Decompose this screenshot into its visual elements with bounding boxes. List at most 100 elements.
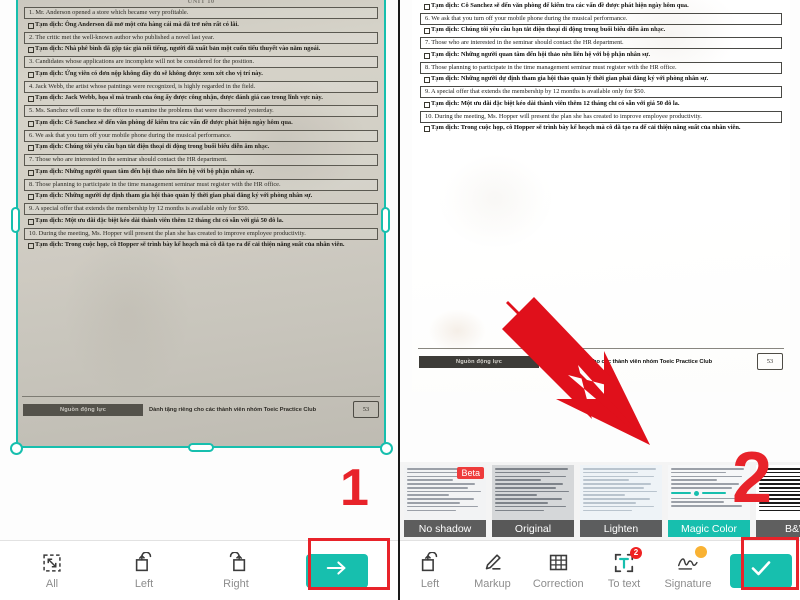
arrow-right-icon	[325, 559, 349, 582]
toolbar-button-all[interactable]: All	[30, 552, 74, 590]
to-text-icon: 2	[613, 546, 643, 574]
translation-text: Tạm dịch: Những người dự định tham gia h…	[424, 75, 782, 84]
question-row: 4. Jack Webb, the artist whose paintings…	[24, 80, 378, 93]
filter-thumb-no-shadow[interactable]: Beta No shadow	[404, 465, 486, 537]
footer-note: Dành tặng riêng cho các thành viên nhóm …	[149, 406, 317, 413]
footer-rule	[22, 396, 380, 397]
toolbar-label: Left	[134, 577, 154, 590]
translation-text: Tạm dịch: Một ưu đãi đặc biệt kéo dài th…	[28, 217, 378, 226]
question-text: 3. Candidates whose applications are inc…	[24, 56, 378, 69]
translation-text: Tạm dịch: Cô Sanchez sẽ đến văn phòng để…	[424, 2, 782, 11]
toolbar-label: Markup	[474, 577, 511, 590]
crop-handle-bottom-right[interactable]	[380, 442, 393, 455]
question-text: 8. Those planning to participate in the …	[24, 178, 378, 191]
question-row: 10. During the meeting, Ms. Hopper will …	[24, 227, 378, 240]
translation-text: Tạm dịch: Ứng viên có đơn nộp không đầy …	[28, 70, 378, 79]
question-row: 8. Those planning to participate in the …	[24, 178, 378, 191]
toolbar-label: Signature	[664, 577, 712, 590]
right-panel-filter-screen: 1. Mr. Anderson opened a store which bec…	[400, 0, 800, 600]
question-row: 8. Those planning to participate in the …	[420, 61, 782, 74]
filter-label: Original	[492, 520, 574, 537]
crop-handle-bottom-left[interactable]	[10, 442, 23, 455]
toolbar-button-rotate-right[interactable]: Right	[214, 552, 258, 590]
question-row: 3. Candidates whose applications are inc…	[24, 56, 378, 69]
footer-stamp: Nguồn động lực	[419, 355, 539, 368]
translation-text: Tạm dịch: Trong cuộc họp, cô Hopper sẽ t…	[28, 241, 378, 250]
crop-toolbar: All Left Right	[0, 540, 398, 600]
unit-heading: UNIT 10	[187, 0, 215, 5]
crop-handle-right[interactable]	[381, 207, 390, 233]
translation-text: Tạm dịch: Ông Anderson đã mở một cửa hàn…	[28, 21, 378, 30]
toolbar-button-to-text[interactable]: 2 To text	[602, 546, 646, 590]
question-text: 7. Those who are interested in the semin…	[420, 37, 782, 50]
grid-icon	[547, 552, 569, 574]
document-body: 1. Mr. Anderson opened a store which bec…	[412, 0, 790, 135]
toolbar-label: Correction	[532, 577, 584, 590]
confirm-button[interactable]	[729, 553, 792, 588]
toolbar-label: To text	[607, 577, 641, 590]
filter-thumb-lighten[interactable]: Lighten	[580, 465, 662, 537]
question-row: 6. We ask that you turn off your mobile …	[24, 129, 378, 142]
page-footer: Nguồn động lực Dành tặng riêng cho các t…	[412, 348, 790, 370]
question-text: 10. During the meeting, Ms. Hopper will …	[24, 227, 378, 240]
filter-thumb-original[interactable]: Original	[492, 465, 574, 537]
translation-text: Tạm dịch: Nhà phê bình đã gặp tác giả nổ…	[28, 45, 378, 54]
translation-text: Tạm dịch: Cô Sanchez sẽ đến văn phòng để…	[28, 119, 378, 128]
question-text: 6. We ask that you turn off your mobile …	[24, 129, 378, 142]
toolbar-button-markup[interactable]: Markup	[470, 552, 514, 590]
scanned-page-preview-magic-color[interactable]: 1. Mr. Anderson opened a store which bec…	[412, 0, 790, 392]
translation-text: Tạm dịch: Những người dự định tham gia h…	[28, 192, 378, 201]
rotate-left-icon	[133, 552, 155, 574]
question-text: 1. Mr. Anderson opened a store which bec…	[24, 7, 378, 20]
question-row: 6. We ask that you turn off your mobile …	[420, 12, 782, 25]
translation-text: Tạm dịch: Một ưu đãi đặc biệt kéo dài th…	[424, 100, 782, 109]
page-number: 53	[353, 401, 379, 418]
beta-badge: Beta	[457, 467, 484, 479]
question-text: 4. Jack Webb, the artist whose paintings…	[24, 80, 378, 93]
toolbar-button-rotate-left[interactable]: Left	[122, 552, 166, 590]
question-text: 5. Ms. Sanchez will come to the office t…	[24, 105, 378, 118]
rotate-right-icon	[225, 552, 247, 574]
document-body: 1. Mr. Anderson opened a store which bec…	[16, 7, 386, 252]
crop-handle-bottom[interactable]	[188, 443, 214, 452]
select-all-icon	[41, 552, 63, 574]
toolbar-button-correction[interactable]: Correction	[533, 552, 584, 590]
pencil-icon	[481, 552, 503, 574]
step-number-1: 1	[340, 459, 369, 517]
translation-text: Tạm dịch: Jack Webb, họa sĩ mà tranh của…	[28, 94, 378, 103]
filter-label: B&W	[756, 520, 800, 537]
footer-rule	[418, 348, 784, 349]
check-icon	[749, 558, 773, 583]
question-row: 7. Those who are interested in the semin…	[24, 154, 378, 167]
question-row: 2. The critic met the well-known author …	[24, 31, 378, 44]
left-panel-crop-screen: UNIT 10 1. Mr. Anderson opened a store w…	[0, 0, 400, 600]
translation-text: Tạm dịch: Trong cuộc họp, cô Hopper sẽ t…	[424, 124, 782, 133]
question-text: 9. A special offer that extends the memb…	[420, 86, 782, 99]
rotate-left-icon	[419, 552, 441, 574]
toolbar-button-rotate-left[interactable]: Left	[408, 552, 452, 590]
translation-text: Tạm dịch: Chúng tôi yêu cầu bạn tắt điện…	[28, 143, 378, 152]
question-row: 7. Those who are interested in the semin…	[420, 37, 782, 50]
scanned-page-preview[interactable]: UNIT 10 1. Mr. Anderson opened a store w…	[16, 0, 386, 448]
app-screen: UNIT 10 1. Mr. Anderson opened a store w…	[0, 0, 800, 600]
translation-text: Tạm dịch: Những người quan tâm đến hội t…	[424, 51, 782, 60]
question-text: 10. During the meeting, Ms. Hopper will …	[420, 110, 782, 123]
question-text: 8. Those planning to participate in the …	[420, 61, 782, 74]
translation-text: Tạm dịch: Những người quan tâm đến hội t…	[28, 168, 378, 177]
signature-icon	[677, 545, 707, 574]
edit-toolbar: Left Markup Correction 2 To text Signatu…	[400, 540, 800, 600]
translation-text: Tạm dịch: Chúng tôi yêu cầu bạn tắt điện…	[424, 26, 782, 35]
signature-badge	[694, 545, 707, 558]
crop-handle-left[interactable]	[11, 207, 20, 233]
page-footer: Nguồn động lực Dành tặng riêng cho các t…	[16, 396, 386, 418]
footer-note: Dành tặng riêng cho các thành viên nhóm …	[545, 358, 713, 365]
filter-label: Lighten	[580, 520, 662, 537]
toolbar-label: Left	[420, 577, 440, 590]
filter-label: Magic Color	[668, 520, 750, 537]
question-text: 6. We ask that you turn off your mobile …	[420, 12, 782, 25]
next-step-button[interactable]	[306, 553, 368, 588]
toolbar-label: All	[45, 577, 59, 590]
question-row: 5. Ms. Sanchez will come to the office t…	[24, 105, 378, 118]
toolbar-button-signature[interactable]: Signature	[664, 545, 712, 590]
right-document-stage: 1. Mr. Anderson opened a store which bec…	[400, 0, 800, 462]
